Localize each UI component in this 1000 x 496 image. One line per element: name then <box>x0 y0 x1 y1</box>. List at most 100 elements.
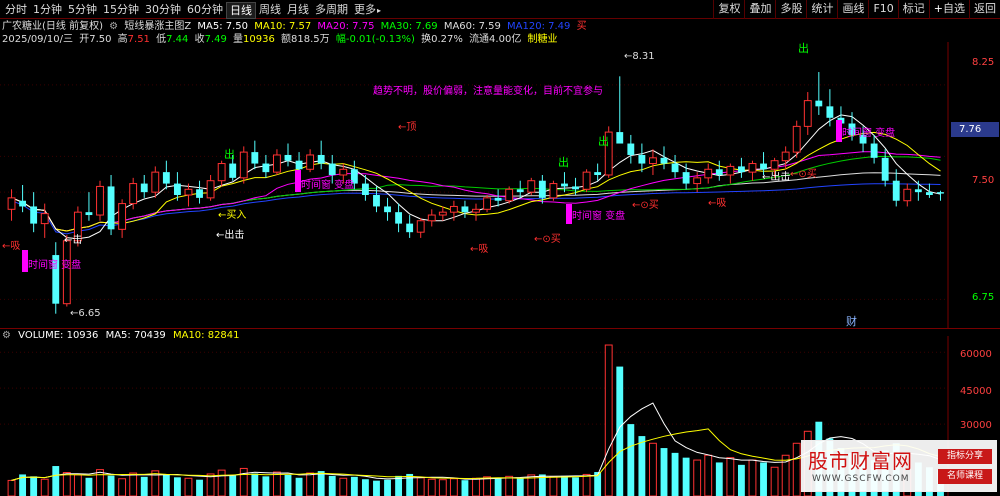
volume-bar <box>62 472 71 496</box>
candle-body <box>671 163 679 173</box>
tab-monthly[interactable]: 月线 <box>284 2 312 19</box>
volume-bar <box>196 479 203 496</box>
candle-body <box>483 197 491 210</box>
signal-absorb-label: ←吸 <box>470 244 488 255</box>
candle-body <box>273 154 281 173</box>
price-chart[interactable]: 8.25 7.50 6.75 ←8.31 ←6.65 趋势不明，股价偏弱，注意量… <box>0 42 1000 328</box>
tab-more[interactable]: 更多 <box>351 2 384 19</box>
indicator-settings-icon[interactable]: ⚙ <box>109 21 118 32</box>
ma60-value: MA60: 7.59 <box>443 21 501 32</box>
tab-15min[interactable]: 15分钟 <box>100 2 142 19</box>
draw-line-button[interactable]: 画线 <box>837 0 868 19</box>
signal-buy-in-label: ←买入 <box>218 209 246 221</box>
signal-out-label: 出 <box>558 155 569 169</box>
candle-body <box>162 172 170 184</box>
trend-advice-text: 趋势不明，股价偏弱，注意量能变化，目前不宜参与 <box>373 84 603 97</box>
volume-bar <box>350 476 358 496</box>
volume-bar <box>549 476 558 496</box>
volume-bar <box>715 462 723 496</box>
indicator-name[interactable]: 短线暴涨主图Z <box>124 21 191 32</box>
tab-30min[interactable]: 30分钟 <box>142 2 184 19</box>
f10-button[interactable]: F10 <box>868 0 897 19</box>
candle-body <box>107 186 115 230</box>
volume-bar <box>85 477 93 496</box>
volume-bar <box>516 478 524 496</box>
volume-bar <box>339 477 348 496</box>
watermark: 股市财富网 WWW.GSCFW.COM 指标分享 名师课程 <box>801 440 997 492</box>
signal-out-label: 出 <box>224 147 235 161</box>
candle-body <box>395 212 403 224</box>
tab-1min[interactable]: 1分钟 <box>30 2 65 19</box>
statistics-button[interactable]: 统计 <box>806 0 837 19</box>
candle-body <box>638 154 646 164</box>
candle-body <box>229 163 237 178</box>
candle-body <box>262 163 270 173</box>
candle-body <box>373 195 380 207</box>
candle-body <box>62 240 71 305</box>
signal-top-label: ←顶 <box>398 121 416 133</box>
overlay-button[interactable]: 叠加 <box>744 0 775 19</box>
candle-body <box>118 203 127 230</box>
volume-bar <box>438 479 447 496</box>
tab-weekly[interactable]: 周线 <box>256 2 284 19</box>
candle-body <box>438 211 447 216</box>
adjust-button[interactable]: 复权 <box>713 0 744 19</box>
candle-body <box>284 154 292 161</box>
candle-body <box>306 154 315 170</box>
candle-body <box>760 163 767 170</box>
volume-bar <box>251 473 259 496</box>
volume-bar <box>73 474 82 496</box>
time-window-label: 时间窗 变盘 <box>572 209 625 222</box>
candle-body <box>184 188 193 196</box>
candle-body <box>582 171 591 190</box>
candle-body <box>892 180 900 201</box>
price-axis-label: 7.50 <box>972 175 994 186</box>
candle-body <box>682 172 690 184</box>
signal-attack-label: ←出击 <box>216 228 244 241</box>
candle-body <box>251 152 259 164</box>
candle-body <box>781 151 790 162</box>
period-tabs: 分时 1分钟 5分钟 15分钟 30分钟 60分钟 日线 周线 月线 多周期 更… <box>2 2 384 19</box>
candle-body <box>173 183 181 196</box>
candle-body <box>239 151 248 179</box>
watchlist-button[interactable]: +自选 <box>928 0 969 19</box>
tab-60min[interactable]: 60分钟 <box>184 2 226 19</box>
volume-axis-label: 30000 <box>960 420 992 431</box>
candle-body <box>196 189 203 198</box>
candle-body <box>317 154 325 164</box>
candle-body <box>572 186 579 190</box>
tab-5min[interactable]: 5分钟 <box>65 2 100 19</box>
volume-bar <box>472 477 480 496</box>
current-price-box: 7.76 <box>951 122 999 137</box>
signal-absorb-label: ←吸 <box>708 198 726 209</box>
ma60-line <box>11 172 941 232</box>
candle-body <box>449 205 458 213</box>
volume-bar <box>30 476 38 496</box>
tab-multi-period[interactable]: 多周期 <box>312 2 351 19</box>
ma20-value: MA20: 7.75 <box>317 21 375 32</box>
candle-body <box>715 169 723 175</box>
volume-bar <box>217 469 226 496</box>
candle-body <box>914 189 922 193</box>
mark-button[interactable]: 标记 <box>897 0 929 19</box>
multi-stock-button[interactable]: 多股 <box>775 0 806 19</box>
candle-body <box>538 180 546 198</box>
tab-timeshare[interactable]: 分时 <box>2 2 30 19</box>
candle-body <box>660 157 668 164</box>
toolbar-right-buttons: 复权 叠加 多股 统计 画线 F10 标记 +自选 返回 <box>713 0 1000 19</box>
candle-body <box>361 183 369 196</box>
volume-bar <box>373 480 380 496</box>
candle-body <box>627 143 635 155</box>
volume-bar <box>726 457 735 496</box>
volume-bar <box>638 436 646 496</box>
volume-bar <box>295 477 303 496</box>
tab-daily[interactable]: 日线 <box>226 2 256 19</box>
finance-event-marker[interactable]: 财 <box>846 314 857 328</box>
watermark-title: 股市财富网 <box>808 449 913 473</box>
candle-body <box>937 192 944 194</box>
volume-bar <box>140 476 148 496</box>
back-button[interactable]: 返回 <box>969 0 1000 19</box>
volume-bar <box>306 472 315 496</box>
signal-out-label: 出 <box>598 134 609 148</box>
candle-body <box>826 106 834 118</box>
